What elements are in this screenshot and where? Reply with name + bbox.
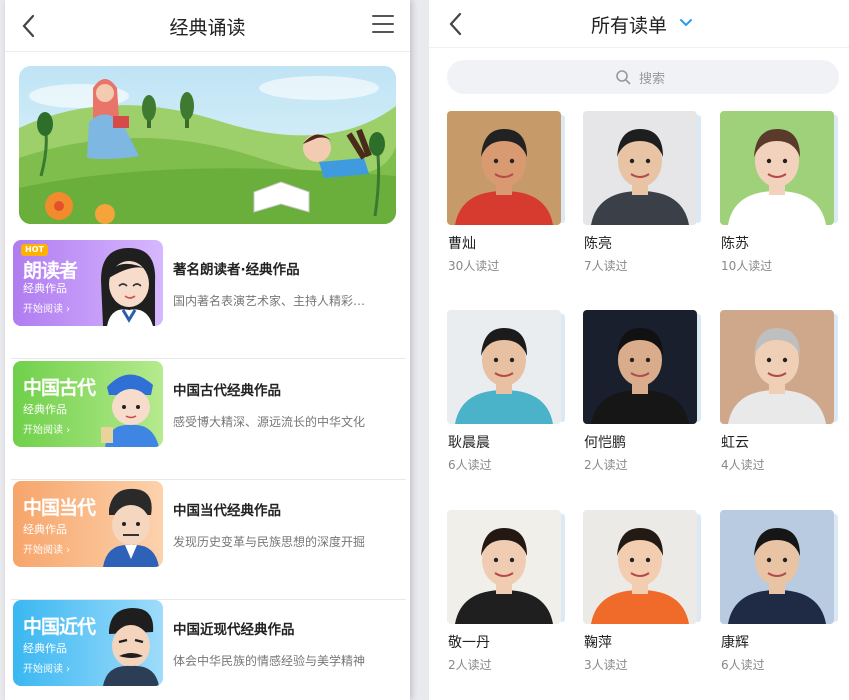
- start-reading-link[interactable]: 开始阅读 ›: [23, 421, 70, 436]
- reader-photo[interactable]: [583, 510, 697, 624]
- reader-name: 陈苏: [721, 236, 749, 252]
- divider: [11, 479, 406, 480]
- scholar-illustration: [101, 374, 159, 447]
- reader-card[interactable]: 陈亮 7人读过: [583, 111, 701, 291]
- category-description: 体会中华民族的情感经验与美学精神: [173, 654, 366, 668]
- reader-photo[interactable]: [720, 111, 834, 225]
- reader-photo[interactable]: [447, 310, 561, 424]
- search-input[interactable]: 搜索: [447, 60, 839, 94]
- card-title: 朗读者: [23, 260, 78, 282]
- start-reading-link[interactable]: 开始阅读 ›: [23, 300, 70, 315]
- card-edge: [561, 314, 565, 422]
- card-title: 中国近代: [23, 616, 96, 638]
- reader-photo[interactable]: [583, 111, 697, 225]
- classic-reading-panel: 经典诵读 HOT 朗读者 经典作品 开始阅读 › 著名朗读者·经典作品 国内著名…: [5, 0, 410, 700]
- read-count: 6人读过: [448, 458, 492, 472]
- reader-name: 康辉: [721, 635, 749, 651]
- page-title: 经典诵读: [169, 17, 246, 39]
- divider: [11, 358, 406, 359]
- card-edge: [697, 115, 701, 223]
- card-title: 中国当代: [23, 497, 96, 519]
- card-edge: [834, 514, 838, 622]
- reader-photo[interactable]: [447, 510, 561, 624]
- card-subtitle: 经典作品: [23, 282, 67, 295]
- read-count: 30人读过: [448, 259, 500, 273]
- category-item-ancient[interactable]: 中国古代 经典作品 开始阅读 › 中国古代经典作品 感受博大精深、源远流长的中华…: [11, 361, 406, 480]
- start-reading-link[interactable]: 开始阅读 ›: [23, 660, 70, 675]
- banner-image[interactable]: [19, 66, 396, 224]
- card-subtitle: 经典作品: [23, 523, 67, 536]
- chevron-down-icon[interactable]: [679, 16, 693, 30]
- read-count: 6人读过: [721, 658, 765, 672]
- card-title: 中国古代: [23, 377, 96, 399]
- reader-photo[interactable]: [447, 111, 561, 225]
- search-icon: [616, 70, 631, 85]
- category-description: 国内著名表演艺术家、主持人精彩…: [173, 294, 366, 308]
- card-edge: [834, 115, 838, 223]
- reader-card[interactable]: 何恺鹏 2人读过: [583, 310, 701, 490]
- reader-name: 曹灿: [448, 236, 476, 252]
- reader-card[interactable]: 敬一丹 2人读过: [447, 510, 565, 690]
- category-item-modern[interactable]: 中国近代 经典作品 开始阅读 › 中国近现代经典作品 体会中华民族的情感经验与美…: [11, 600, 406, 700]
- card-subtitle: 经典作品: [23, 642, 67, 655]
- reader-photo[interactable]: [583, 310, 697, 424]
- read-count: 3人读过: [584, 658, 628, 672]
- read-count: 4人读过: [721, 458, 765, 472]
- reader-card[interactable]: 曹灿 30人读过: [447, 111, 565, 291]
- reader-card[interactable]: 虹云 4人读过: [720, 310, 838, 490]
- reader-name: 耿晨晨: [448, 435, 490, 451]
- card-edge: [697, 514, 701, 622]
- reader-list-title[interactable]: 所有读单: [591, 11, 667, 38]
- reader-name: 鞠萍: [584, 635, 612, 651]
- reader-list-panel: 所有读单 搜索 曹灿 30人读过 陈亮 7人读过 陈苏 10人读过耿晨晨 6人读过 何恺鹏 2人…: [429, 0, 849, 700]
- left-header: 经典诵读: [5, 0, 410, 52]
- read-count: 10人读过: [721, 259, 773, 273]
- writer-illustration: [103, 488, 159, 567]
- reader-illustration: [101, 248, 156, 326]
- reader-card[interactable]: 康辉 6人读过: [720, 510, 838, 690]
- reader-name: 敬一丹: [448, 635, 490, 651]
- reader-name: 虹云: [721, 435, 749, 451]
- category-item-readers[interactable]: HOT 朗读者 经典作品 开始阅读 › 著名朗读者·经典作品 国内著名表演艺术家…: [11, 240, 406, 359]
- reader-name: 何恺鹏: [584, 435, 626, 451]
- reader-card[interactable]: 耿晨晨 6人读过: [447, 310, 565, 490]
- card-subtitle: 经典作品: [23, 403, 67, 416]
- card-edge: [697, 314, 701, 422]
- right-header: 所有读单: [429, 0, 849, 48]
- reader-photo[interactable]: [720, 510, 834, 624]
- hamburger-menu-icon[interactable]: [372, 15, 394, 35]
- reader-card[interactable]: 鞠萍 3人读过: [583, 510, 701, 690]
- reader-name: 陈亮: [584, 236, 612, 252]
- read-count: 2人读过: [584, 458, 628, 472]
- category-card-contemporary[interactable]: 中国当代 经典作品 开始阅读 ›: [13, 481, 163, 567]
- category-name: 中国近现代经典作品: [173, 622, 295, 638]
- category-name: 中国古代经典作品: [173, 383, 281, 399]
- card-edge: [834, 314, 838, 422]
- category-description: 发现历史变革与民族思想的深度开掘: [173, 535, 366, 549]
- read-count: 7人读过: [584, 259, 628, 273]
- card-edge: [561, 115, 565, 223]
- start-reading-link[interactable]: 开始阅读 ›: [23, 541, 70, 556]
- category-item-contemporary[interactable]: 中国当代 经典作品 开始阅读 › 中国当代经典作品 发现历史变革与民族思想的深度…: [11, 481, 406, 600]
- reader-card[interactable]: 陈苏 10人读过: [720, 111, 838, 291]
- category-name: 中国当代经典作品: [173, 503, 281, 519]
- chevron-left-icon[interactable]: [445, 10, 469, 38]
- card-edge: [561, 514, 565, 622]
- category-description: 感受博大精深、源远流长的中华文化: [173, 415, 366, 429]
- category-card-readers[interactable]: HOT 朗读者 经典作品 开始阅读 ›: [13, 240, 163, 326]
- reader-photo[interactable]: [720, 310, 834, 424]
- read-count: 2人读过: [448, 658, 492, 672]
- category-card-modern[interactable]: 中国近代 经典作品 开始阅读 ›: [13, 600, 163, 686]
- luxun-illustration: [103, 608, 159, 686]
- category-name: 著名朗读者·经典作品: [173, 262, 300, 278]
- hot-badge: HOT: [21, 244, 48, 256]
- category-card-ancient[interactable]: 中国古代 经典作品 开始阅读 ›: [13, 361, 163, 447]
- search-placeholder: 搜索: [639, 72, 666, 87]
